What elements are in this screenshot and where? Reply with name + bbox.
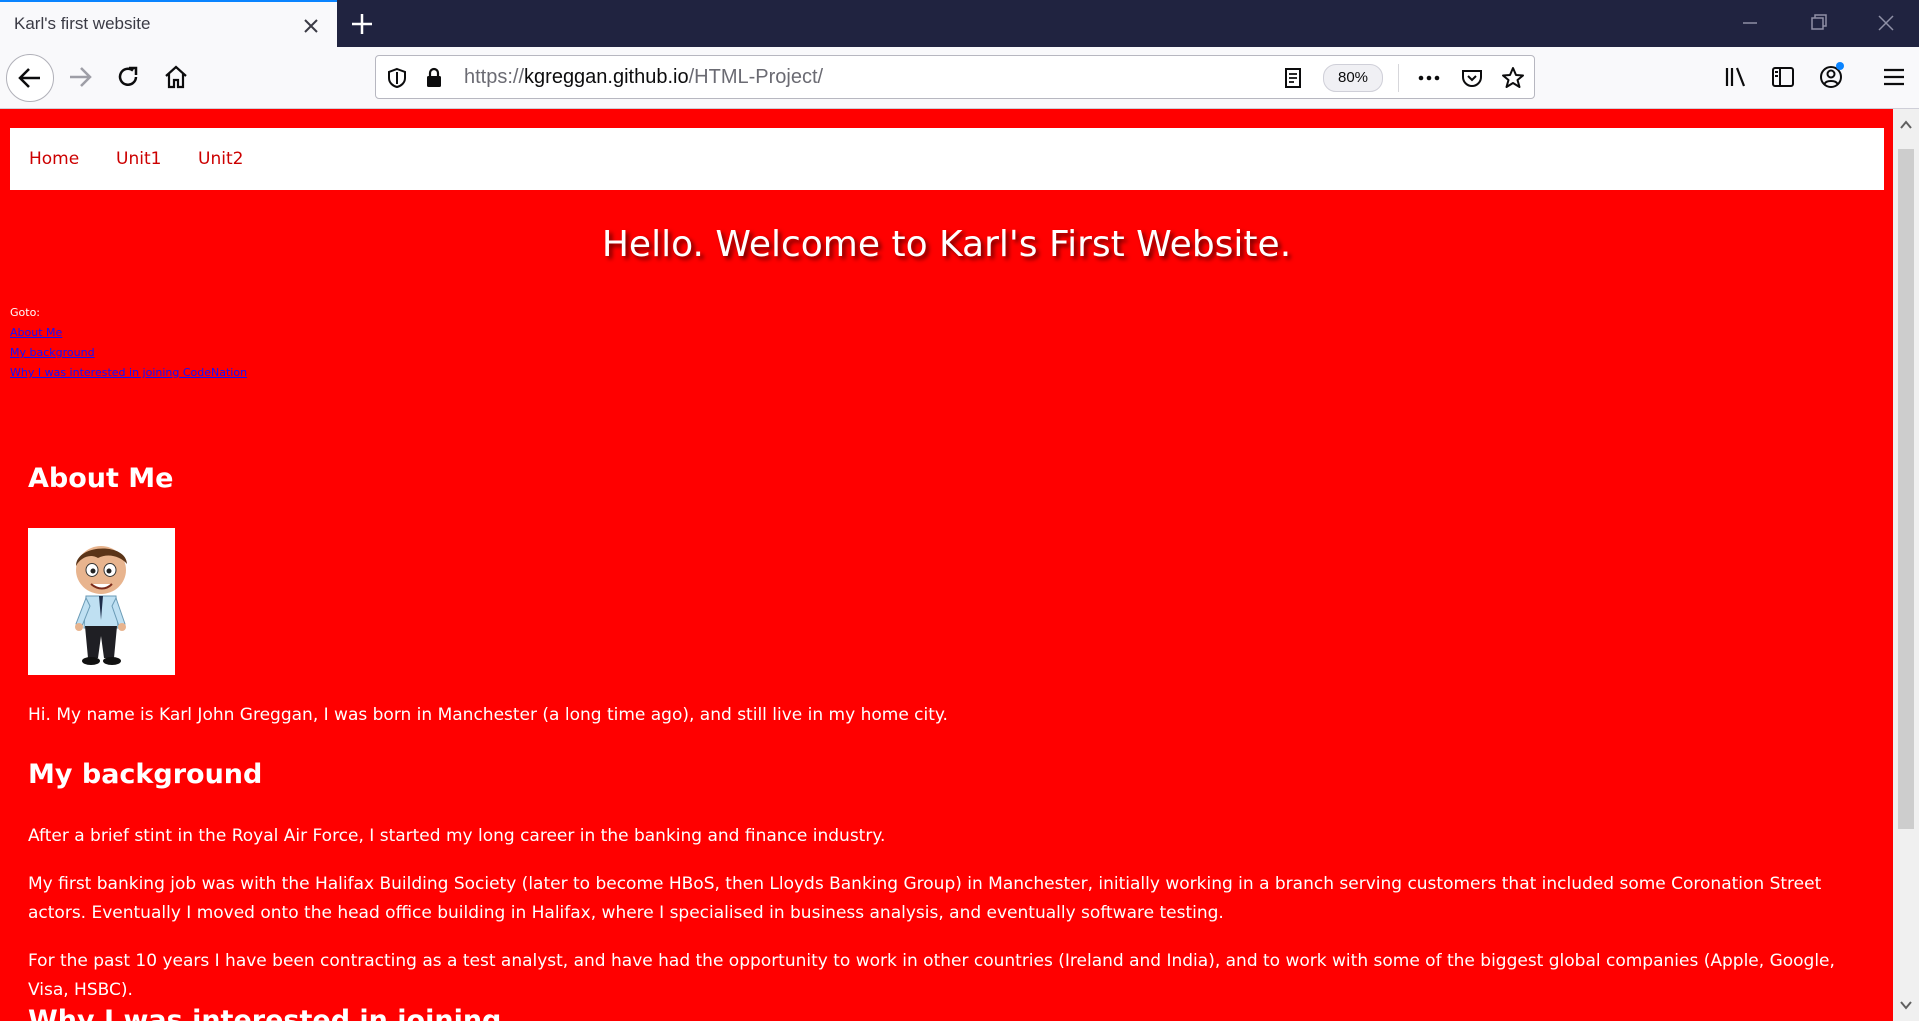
scroll-up-arrow-icon[interactable] (1898, 117, 1914, 133)
page-actions-icon[interactable] (1416, 65, 1442, 91)
url-text[interactable]: https://kgreggan.github.io/HTML-Project/ (464, 66, 823, 89)
close-window-icon[interactable] (1869, 8, 1903, 38)
home-icon[interactable] (156, 57, 196, 97)
tab-title: Karl's first website (14, 14, 151, 33)
goto-label: Goto: (10, 306, 41, 319)
back-arrow-icon (18, 68, 40, 88)
avatar-image (28, 528, 175, 675)
close-tab-icon[interactable] (298, 13, 324, 39)
reload-icon[interactable] (108, 57, 148, 97)
cartoon-man-illustration (75, 546, 127, 665)
tab-strip: Karl's first website (0, 0, 1919, 47)
page-scrollbar[interactable] (1893, 109, 1919, 1021)
my-background-heading: My background (28, 759, 263, 790)
zoom-level-badge[interactable]: 80% (1323, 64, 1383, 92)
why-codenation-heading: Why I was interested in joining (28, 1005, 502, 1021)
nav-link-unit2[interactable]: Unit2 (198, 149, 243, 169)
lock-icon[interactable] (421, 65, 447, 91)
background-paragraph-3: For the past 10 years I have been contra… (28, 951, 1835, 1000)
goto-link-about-me[interactable]: About Me (10, 323, 247, 343)
account-icon[interactable] (1811, 57, 1851, 97)
minimize-icon[interactable] (1733, 8, 1767, 38)
nav-link-home[interactable]: Home (29, 149, 79, 169)
goto-link-why-codenation[interactable]: Why I was interested in joining CodeNati… (10, 363, 247, 383)
site-nav-bar: Home Unit1 Unit2 (10, 128, 1884, 190)
url-path: /HTML-Project/ (688, 66, 824, 88)
background-paragraph-2: My first banking job was with the Halifa… (28, 874, 1822, 923)
active-tab[interactable]: Karl's first website (0, 0, 337, 47)
url-bar[interactable]: https://kgreggan.github.io/HTML-Project/… (375, 55, 1535, 99)
goto-section: Goto: About Me My background Why I was i… (10, 303, 247, 383)
url-bar-divider (1398, 64, 1399, 92)
back-button[interactable] (6, 54, 54, 102)
about-me-heading: About Me (28, 463, 174, 494)
restore-icon[interactable] (1801, 8, 1835, 38)
reader-view-icon[interactable] (1280, 65, 1306, 91)
tracking-protection-shield-icon[interactable] (384, 65, 410, 91)
bookmark-star-icon[interactable] (1500, 65, 1526, 91)
navigation-toolbar: https://kgreggan.github.io/HTML-Project/… (0, 47, 1919, 109)
about-me-text: Hi. My name is Karl John Greggan, I was … (28, 705, 948, 725)
sidebar-toggle-icon[interactable] (1763, 57, 1803, 97)
page-content: Home Unit1 Unit2 Hello. Welcome to Karl'… (0, 109, 1893, 1021)
url-scheme: https:// (464, 66, 525, 88)
pocket-icon[interactable] (1459, 65, 1485, 91)
new-tab-icon[interactable] (346, 8, 378, 40)
library-icon[interactable] (1716, 57, 1756, 97)
nav-link-unit1[interactable]: Unit1 (116, 149, 161, 169)
menu-hamburger-icon[interactable] (1874, 57, 1914, 97)
page-title: Hello. Welcome to Karl's First Website. (601, 224, 1292, 265)
scrollbar-thumb[interactable] (1898, 149, 1914, 829)
scroll-down-arrow-icon[interactable] (1898, 997, 1914, 1013)
url-domain: kgreggan.github.io (524, 66, 689, 88)
forward-arrow-icon[interactable] (60, 57, 100, 97)
background-paragraph-1: After a brief stint in the Royal Air For… (28, 826, 886, 846)
goto-link-my-background[interactable]: My background (10, 343, 247, 363)
